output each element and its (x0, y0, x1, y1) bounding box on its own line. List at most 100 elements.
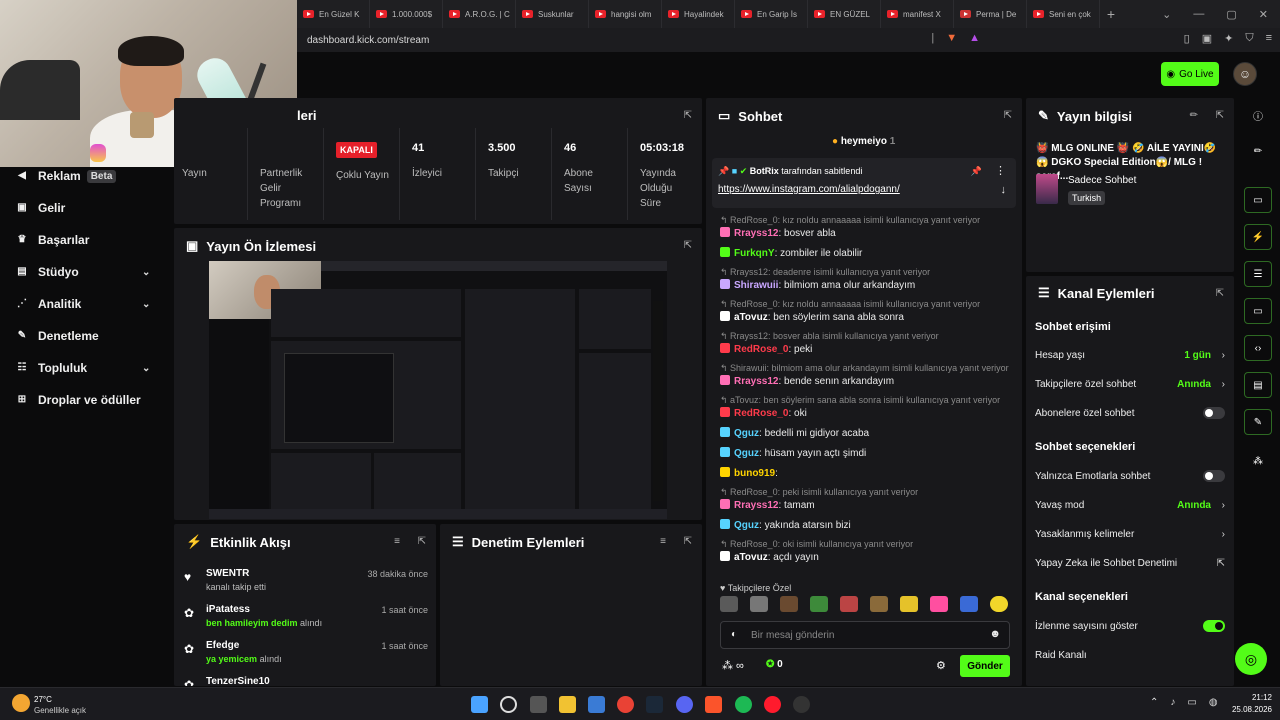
maximize-icon[interactable]: ▢ (1226, 8, 1236, 21)
edit-icon[interactable]: ✏ (1244, 138, 1272, 164)
browser-tab[interactable]: Hayalindek (662, 0, 735, 28)
send-button[interactable]: Gönder (960, 655, 1010, 677)
pin-icon[interactable]: 📌 (971, 166, 982, 177)
browser-tab[interactable]: EN GÜZEL (808, 0, 881, 28)
search-icon[interactable] (500, 696, 517, 713)
emote[interactable] (810, 596, 828, 612)
task-view-icon[interactable] (530, 696, 547, 713)
account-age-row[interactable]: Hesap yaşı 1 gün › (1035, 347, 1225, 363)
chat-username[interactable]: FurkqnY (734, 248, 775, 259)
chat-username[interactable]: aTovuz (734, 312, 768, 323)
chat-message[interactable]: aTovuz: ben söylerim sana abla sonra (720, 311, 1016, 323)
subs-chat-toggle[interactable] (1203, 407, 1225, 419)
system-tray[interactable]: ⌃♪▭◍ (1150, 697, 1230, 708)
channel-points[interactable]: ✪ 0 (766, 659, 783, 670)
support-icon[interactable]: ◎ (1235, 643, 1267, 675)
chat-message[interactable]: Qguz: yakında atarsın bizi (720, 519, 1016, 531)
info-icon[interactable]: ⓘ (1244, 102, 1272, 128)
chat-username[interactable]: buno919 (734, 468, 775, 479)
chat-username[interactable]: RedRose_0 (734, 344, 788, 355)
category-name[interactable]: Sadece Sohbet (1068, 175, 1136, 186)
chat-message[interactable]: Qguz: bedelli mi gidiyor acaba (720, 427, 1016, 439)
banned-words-row[interactable]: Yasaklanmış kelimeler › (1035, 526, 1225, 542)
browser-tab[interactable]: En Güzel K (297, 0, 370, 28)
windows-start-icon[interactable] (471, 696, 488, 713)
sidebar-item-drops[interactable]: ⊞ Droplar ve ödüller (16, 391, 141, 409)
browser-tab[interactable]: hangisi olm (589, 0, 662, 28)
chat-message[interactable]: Rrayss12: bende senın arkandayım (720, 375, 1016, 387)
wallet-icon[interactable]: ▣ (1202, 32, 1212, 45)
popout-icon[interactable]: ⇱ (418, 536, 426, 547)
opera-icon[interactable] (764, 696, 781, 713)
chevron-down-icon[interactable]: ⌄ (1162, 8, 1171, 21)
discord-icon[interactable] (676, 696, 693, 713)
browser-tab[interactable]: manifest X (881, 0, 954, 28)
store-icon[interactable] (588, 696, 605, 713)
chat-message[interactable]: FurkqnY: zombiler ile olabilir (720, 247, 1016, 259)
chat-message[interactable]: Rrayss12: tamam (720, 499, 1016, 511)
obs-icon[interactable] (793, 696, 810, 713)
vpn-icon[interactable]: ⛉ (1245, 32, 1253, 45)
chat-username[interactable]: Qguz (734, 520, 759, 531)
emote[interactable] (780, 596, 798, 612)
avatar[interactable]: ☺ (1233, 62, 1257, 86)
sidebar-item-community[interactable]: ☷ Topluluk ⌄ (16, 359, 151, 377)
leo-icon[interactable]: ✦ (1224, 32, 1233, 45)
server-icon[interactable]: ▤ (1244, 372, 1272, 398)
brave-icon[interactable] (705, 696, 722, 713)
browser-tab[interactable]: 1.000.000$ (370, 0, 443, 28)
show-viewers-toggle[interactable] (1203, 620, 1225, 632)
emote[interactable] (900, 596, 918, 612)
minimize-icon[interactable]: — (1193, 8, 1204, 20)
chat-message[interactable]: aTovuz: açdı yayın (720, 551, 1016, 563)
sidebar-item-analytics[interactable]: ⋰ Analitik ⌄ (16, 295, 150, 313)
chat-username[interactable]: Rrayss12 (734, 376, 778, 387)
chat-message[interactable]: Rrayss12: bosver abla (720, 227, 1016, 239)
emote[interactable] (870, 596, 888, 612)
chat-input[interactable]: ◐ Bir mesaj gönderin ☻ (720, 621, 1010, 649)
popout-icon[interactable]: ⇱ (1216, 110, 1224, 121)
slow-mode-row[interactable]: Yavaş mod Anında › (1035, 497, 1225, 513)
chat-message[interactable]: Qguz: hüsam yayın açtı şimdi (720, 447, 1016, 459)
chat-username[interactable]: aTovuz (734, 552, 768, 563)
chat-message[interactable]: RedRose_0: peki (720, 343, 1016, 355)
steam-icon[interactable] (646, 696, 663, 713)
filter-icon[interactable]: ≡ (660, 536, 666, 547)
lightning-icon[interactable]: ⚡ (1244, 224, 1272, 250)
url-field[interactable]: dashboard.kick.com/stream (299, 30, 999, 50)
embed-icon[interactable]: ‹› (1244, 335, 1272, 361)
sidebar-item-achievements[interactable]: ♛ Başarılar (16, 231, 90, 249)
layout-icon[interactable]: ▭ (1244, 187, 1272, 213)
chat-username[interactable]: Rrayss12 (734, 500, 778, 511)
weather-icon[interactable] (12, 694, 30, 712)
browser-tab[interactable]: A.R.O.G. | C (443, 0, 516, 28)
sidebar-item-studio[interactable]: ▤ Stüdyo ⌄ (16, 263, 150, 281)
emote[interactable] (960, 596, 978, 612)
emote-only-toggle[interactable] (1203, 470, 1225, 482)
close-icon[interactable]: ✕ (1259, 8, 1268, 21)
chat-username[interactable]: Qguz (734, 428, 759, 439)
emoji-icon[interactable]: ☻ (989, 628, 1001, 640)
brave-shield-icon[interactable]: ▼ (946, 32, 957, 44)
raid-row[interactable]: Raid Kanalı (1035, 647, 1225, 663)
emote[interactable] (750, 596, 768, 612)
chat-username[interactable]: Shirawuii (734, 280, 778, 291)
community-icon[interactable]: ⁂ ∞ (722, 659, 744, 672)
popout-icon[interactable]: ⇱ (684, 536, 692, 547)
list-icon[interactable]: ☰ (1244, 261, 1272, 287)
edit-icon[interactable]: ✏ (1190, 110, 1198, 121)
emote[interactable] (930, 596, 948, 612)
wrench-icon[interactable]: ✎ (1244, 409, 1272, 435)
menu-icon[interactable]: ≡ (1266, 32, 1272, 45)
spotify-icon[interactable] (735, 696, 752, 713)
browser-tab[interactable]: Seni en çok (1027, 0, 1100, 28)
chat-username[interactable]: Qguz (734, 448, 759, 459)
browser-tab[interactable]: Perma | De (954, 0, 1027, 28)
ai-moderation-row[interactable]: Yapay Zeka ile Sohbet Denetimi ⇱ (1035, 555, 1225, 571)
more-icon[interactable]: ⋮ (995, 164, 1006, 177)
new-tab-button[interactable]: + (1100, 6, 1122, 22)
bookmark-icon[interactable]: | (931, 32, 934, 44)
rewards-icon[interactable]: ▲ (969, 32, 980, 44)
category-thumbnail[interactable] (1036, 174, 1058, 204)
arrow-down-icon[interactable]: ↓ (1001, 184, 1007, 196)
